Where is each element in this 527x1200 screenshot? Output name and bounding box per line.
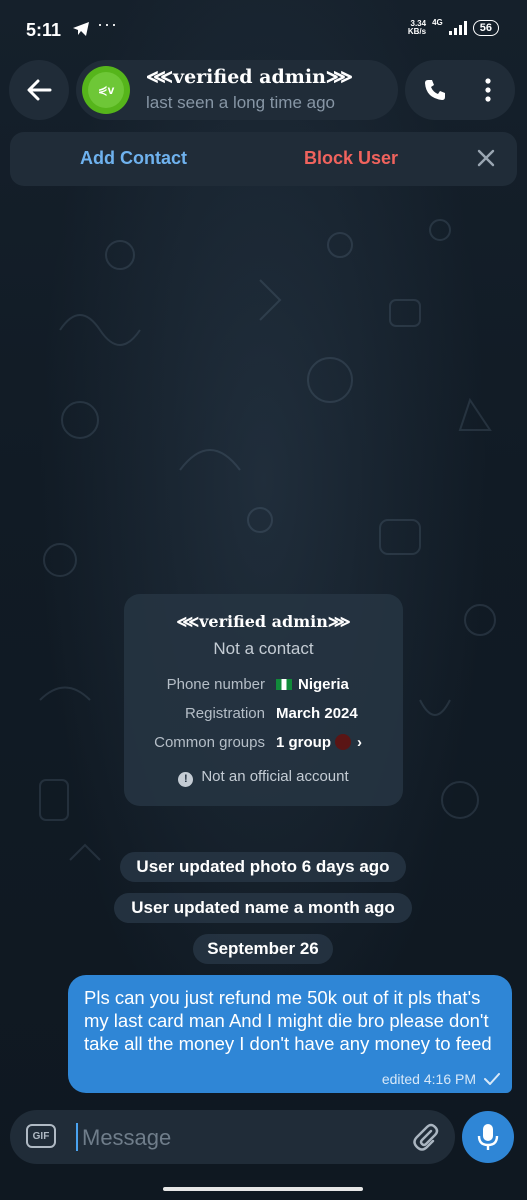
message-time: edited 4:16 PM [381,1071,476,1087]
info-value: March 2024 [276,705,358,722]
message-text: Pls can you just refund me 50k out of it… [84,987,492,1054]
battery-indicator: 56 [472,20,499,36]
more-notifications-icon: ··· [97,14,118,34]
user-info-card: ⋘verified admin⋙ Not a contact Phone num… [124,594,403,806]
message-composer: GIF [10,1110,455,1164]
message-meta: edited 4:16 PM [382,1071,500,1087]
last-seen-status: last seen a long time ago [146,93,336,112]
add-contact-button[interactable]: Add Contact [80,148,187,169]
avatar[interactable]: ⋞v [82,66,130,114]
text-cursor [76,1123,78,1151]
chat-title: ⋘verified admin⋙ [146,66,353,88]
group-avatar-icon [335,734,351,750]
gif-button[interactable]: GIF [26,1124,56,1148]
arrow-left-icon [27,79,52,101]
date-separator: September 26 [193,934,333,964]
network-gen: 4G [432,17,443,27]
info-label: Registration [184,705,265,722]
info-value[interactable]: 1 group › [276,734,362,751]
message-input[interactable] [80,1121,404,1155]
info-label: Phone number [166,676,265,693]
microphone-icon [477,1124,499,1150]
close-icon[interactable] [477,149,495,167]
info-name: ⋘verified admin⋙ [176,612,351,631]
check-icon [484,1073,500,1085]
service-message: User updated name a month ago [114,893,412,923]
chevron-right-icon: › [357,734,362,751]
home-indicator[interactable] [163,1187,363,1191]
service-message: User updated photo 6 days ago [120,852,406,882]
net-speed: 3.34 KB/s [407,19,427,36]
block-user-button[interactable]: Block User [304,148,398,169]
official-notice: ! Not an official account [124,768,403,787]
phone-icon [425,80,445,100]
header-actions [405,60,515,120]
status-time: 5:11 [26,20,62,40]
telegram-notification-icon [73,22,89,36]
contact-action-bar: Add Contact Block User [10,132,517,186]
info-label: Common groups [154,734,265,751]
info-value: Nigeria [276,676,349,693]
voice-record-button[interactable] [462,1111,514,1163]
nigeria-flag-icon [276,679,292,690]
paperclip-icon[interactable] [411,1122,441,1152]
signal-icon [448,21,467,35]
more-options-button[interactable] [473,74,503,106]
avatar-initials: ⋞v [88,72,124,108]
status-bar: 5:11 ··· 3.34 KB/s 4G 56 [0,0,527,62]
more-vert-icon [485,78,491,102]
back-button[interactable] [9,60,69,120]
info-subtitle: Not a contact [213,639,314,658]
chat-header[interactable]: ⋞v ⋘verified admin⋙ last seen a long tim… [76,60,398,120]
outgoing-message[interactable]: Pls can you just refund me 50k out of it… [68,975,512,1093]
call-button[interactable] [419,74,451,106]
info-icon: ! [178,772,194,787]
status-right: 3.34 KB/s 4G 56 [407,17,499,36]
